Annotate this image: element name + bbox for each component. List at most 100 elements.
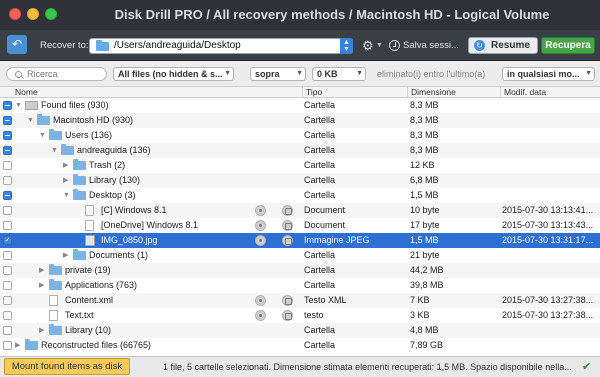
table-row[interactable]: [C] Windows 8.1 Document 10 byte 2015-07-30…	[0, 203, 600, 218]
table-row[interactable]: ▼ andreaguida (136) Cartella 8,3 MB	[0, 143, 600, 158]
table-row[interactable]: ▶ Library (10) Cartella 4,8 MB	[0, 323, 600, 338]
row-size: 44,2 MB	[410, 265, 444, 275]
deleted-time-select[interactable]: in qualsiasi mo... ▼	[502, 67, 595, 81]
size-value-select[interactable]: 0 KB ▼	[312, 67, 366, 81]
row-checkbox[interactable]	[3, 296, 12, 305]
column-header-name[interactable]: Nome	[12, 87, 302, 97]
folder-icon	[49, 264, 62, 275]
table-row[interactable]: ▶ Applications (763) Cartella 39,8 MB	[0, 278, 600, 293]
preview-eye-icon[interactable]	[255, 220, 266, 231]
recover-file-icon[interactable]	[282, 235, 293, 246]
deleted-time-value: in qualsiasi mo...	[507, 69, 580, 79]
row-checkbox[interactable]	[3, 311, 12, 320]
row-type: Cartella	[304, 100, 336, 110]
row-checkbox[interactable]	[3, 191, 12, 200]
row-name: Library (10)	[65, 325, 112, 335]
disclosure-closed-icon[interactable]: ▶	[39, 263, 47, 278]
row-checkbox[interactable]	[3, 251, 12, 260]
disclosure-open-icon[interactable]: ▼	[27, 113, 35, 128]
folder-icon	[73, 159, 86, 170]
row-checkbox[interactable]	[3, 101, 12, 110]
search-field[interactable]	[6, 67, 107, 81]
row-modified-date: 2015-07-30 13:13:41...	[502, 205, 594, 215]
row-checkbox[interactable]	[3, 116, 12, 125]
disclosure-closed-icon[interactable]: ▶	[63, 248, 71, 263]
zoom-window-button[interactable]	[45, 8, 57, 20]
disclosure-open-icon[interactable]: ▼	[39, 128, 47, 143]
row-checkbox[interactable]	[3, 266, 12, 275]
minimize-window-button[interactable]	[27, 8, 39, 20]
table-row[interactable]: ▼ Found files (930) Cartella 8,3 MB	[0, 98, 600, 113]
recovery-path-select[interactable]: /Users/andreaguida/Desktop ▲ ▼	[89, 38, 353, 54]
table-row[interactable]: ▼ Users (136) Cartella 8,3 MB	[0, 128, 600, 143]
column-header-modified[interactable]: Modif. data	[500, 87, 600, 97]
row-checkbox[interactable]	[3, 161, 12, 170]
row-size: 1,5 MB	[410, 190, 439, 200]
preview-eye-icon[interactable]	[255, 295, 266, 306]
row-type: Testo XML	[304, 295, 347, 305]
table-row[interactable]: ▼ Desktop (3) Cartella 1,5 MB	[0, 188, 600, 203]
size-operator-select[interactable]: sopra ▼	[250, 67, 306, 81]
table-row[interactable]: ▼ Macintosh HD (930) Cartella 8,3 MB	[0, 113, 600, 128]
row-checkbox[interactable]	[3, 146, 12, 155]
mount-found-items-button[interactable]: Mount found items as disk	[4, 358, 130, 375]
folder-icon	[73, 249, 86, 260]
column-header-type[interactable]: Tipo	[302, 87, 407, 97]
disclosure-open-icon[interactable]: ▼	[51, 143, 59, 158]
preview-eye-icon[interactable]	[255, 205, 266, 216]
table-row[interactable]: [OneDrive] Windows 8.1 Document 17 byte 201…	[0, 218, 600, 233]
save-session-button[interactable]: Salva sessi...	[403, 30, 459, 61]
table-row[interactable]: ✓ IMG_0850.jpg Immagine JPEG 1,5 MB 2015-07-…	[0, 233, 600, 248]
row-type: Immagine JPEG	[304, 235, 370, 245]
recover-button[interactable]: Recupera	[541, 37, 595, 54]
disclosure-closed-icon[interactable]: ▶	[39, 278, 47, 293]
row-checkbox[interactable]	[3, 176, 12, 185]
column-header-size[interactable]: Dimensione	[407, 87, 500, 97]
up-down-arrows-icon: ▲ ▼	[340, 38, 353, 54]
row-checkbox[interactable]	[3, 221, 12, 230]
table-row[interactable]: ▶ Library (130) Cartella 6,8 MB	[0, 173, 600, 188]
disclosure-closed-icon[interactable]: ▶	[63, 173, 71, 188]
table-row[interactable]: Text.txt testo 3 KB 2015-07-30 13:27:38...	[0, 308, 600, 323]
row-checkbox[interactable]: ✓	[3, 236, 12, 245]
table-row[interactable]: ▶ Reconstructed files (66765) Cartella 7,89…	[0, 338, 600, 353]
search-input[interactable]	[27, 68, 105, 80]
disclosure-closed-icon[interactable]: ▶	[63, 158, 71, 173]
row-type: Cartella	[304, 160, 336, 170]
clock-icon	[389, 40, 400, 51]
image-icon	[85, 235, 95, 246]
row-name: Library (130)	[89, 175, 141, 185]
row-checkbox[interactable]	[3, 131, 12, 140]
disclosure-open-icon[interactable]: ▼	[15, 98, 23, 113]
chevron-down-icon: ▼	[296, 70, 303, 77]
row-checkbox[interactable]	[3, 281, 12, 290]
preview-eye-icon[interactable]	[255, 310, 266, 321]
folder-icon	[73, 189, 86, 200]
disclosure-closed-icon[interactable]: ▶	[15, 338, 23, 353]
disclosure-open-icon[interactable]: ▼	[63, 188, 71, 203]
table-row[interactable]: ▶ private (19) Cartella 44,2 MB	[0, 263, 600, 278]
recover-file-icon[interactable]	[282, 295, 293, 306]
row-checkbox[interactable]	[3, 341, 12, 350]
resume-button[interactable]: ↻ Resume	[468, 37, 538, 54]
table-row[interactable]: ▶ Trash (2) Cartella 12 KB	[0, 158, 600, 173]
file-type-filter-select[interactable]: All files (no hidden & s... ▼	[113, 67, 234, 81]
row-name: [OneDrive] Windows 8.1	[101, 220, 199, 230]
chevron-down-icon: ▼	[356, 70, 363, 77]
gear-icon[interactable]: ⚙	[362, 30, 374, 61]
row-type: Cartella	[304, 280, 336, 290]
recover-file-icon[interactable]	[282, 220, 293, 231]
resume-label: Resume	[491, 40, 530, 51]
row-type: Cartella	[304, 340, 336, 350]
table-row[interactable]: ▶ Documents (1) Cartella 21 byte	[0, 248, 600, 263]
table-row[interactable]: Content.xml Testo XML 7 KB 2015-07-30 13:27…	[0, 293, 600, 308]
row-checkbox[interactable]	[3, 206, 12, 215]
row-checkbox[interactable]	[3, 326, 12, 335]
recover-file-icon[interactable]	[282, 310, 293, 321]
back-button[interactable]: ↶	[7, 35, 27, 54]
disclosure-closed-icon[interactable]: ▶	[39, 323, 47, 338]
close-window-button[interactable]	[9, 8, 21, 20]
row-size: 7 KB	[410, 295, 430, 305]
recover-file-icon[interactable]	[282, 205, 293, 216]
preview-eye-icon[interactable]	[255, 235, 266, 246]
